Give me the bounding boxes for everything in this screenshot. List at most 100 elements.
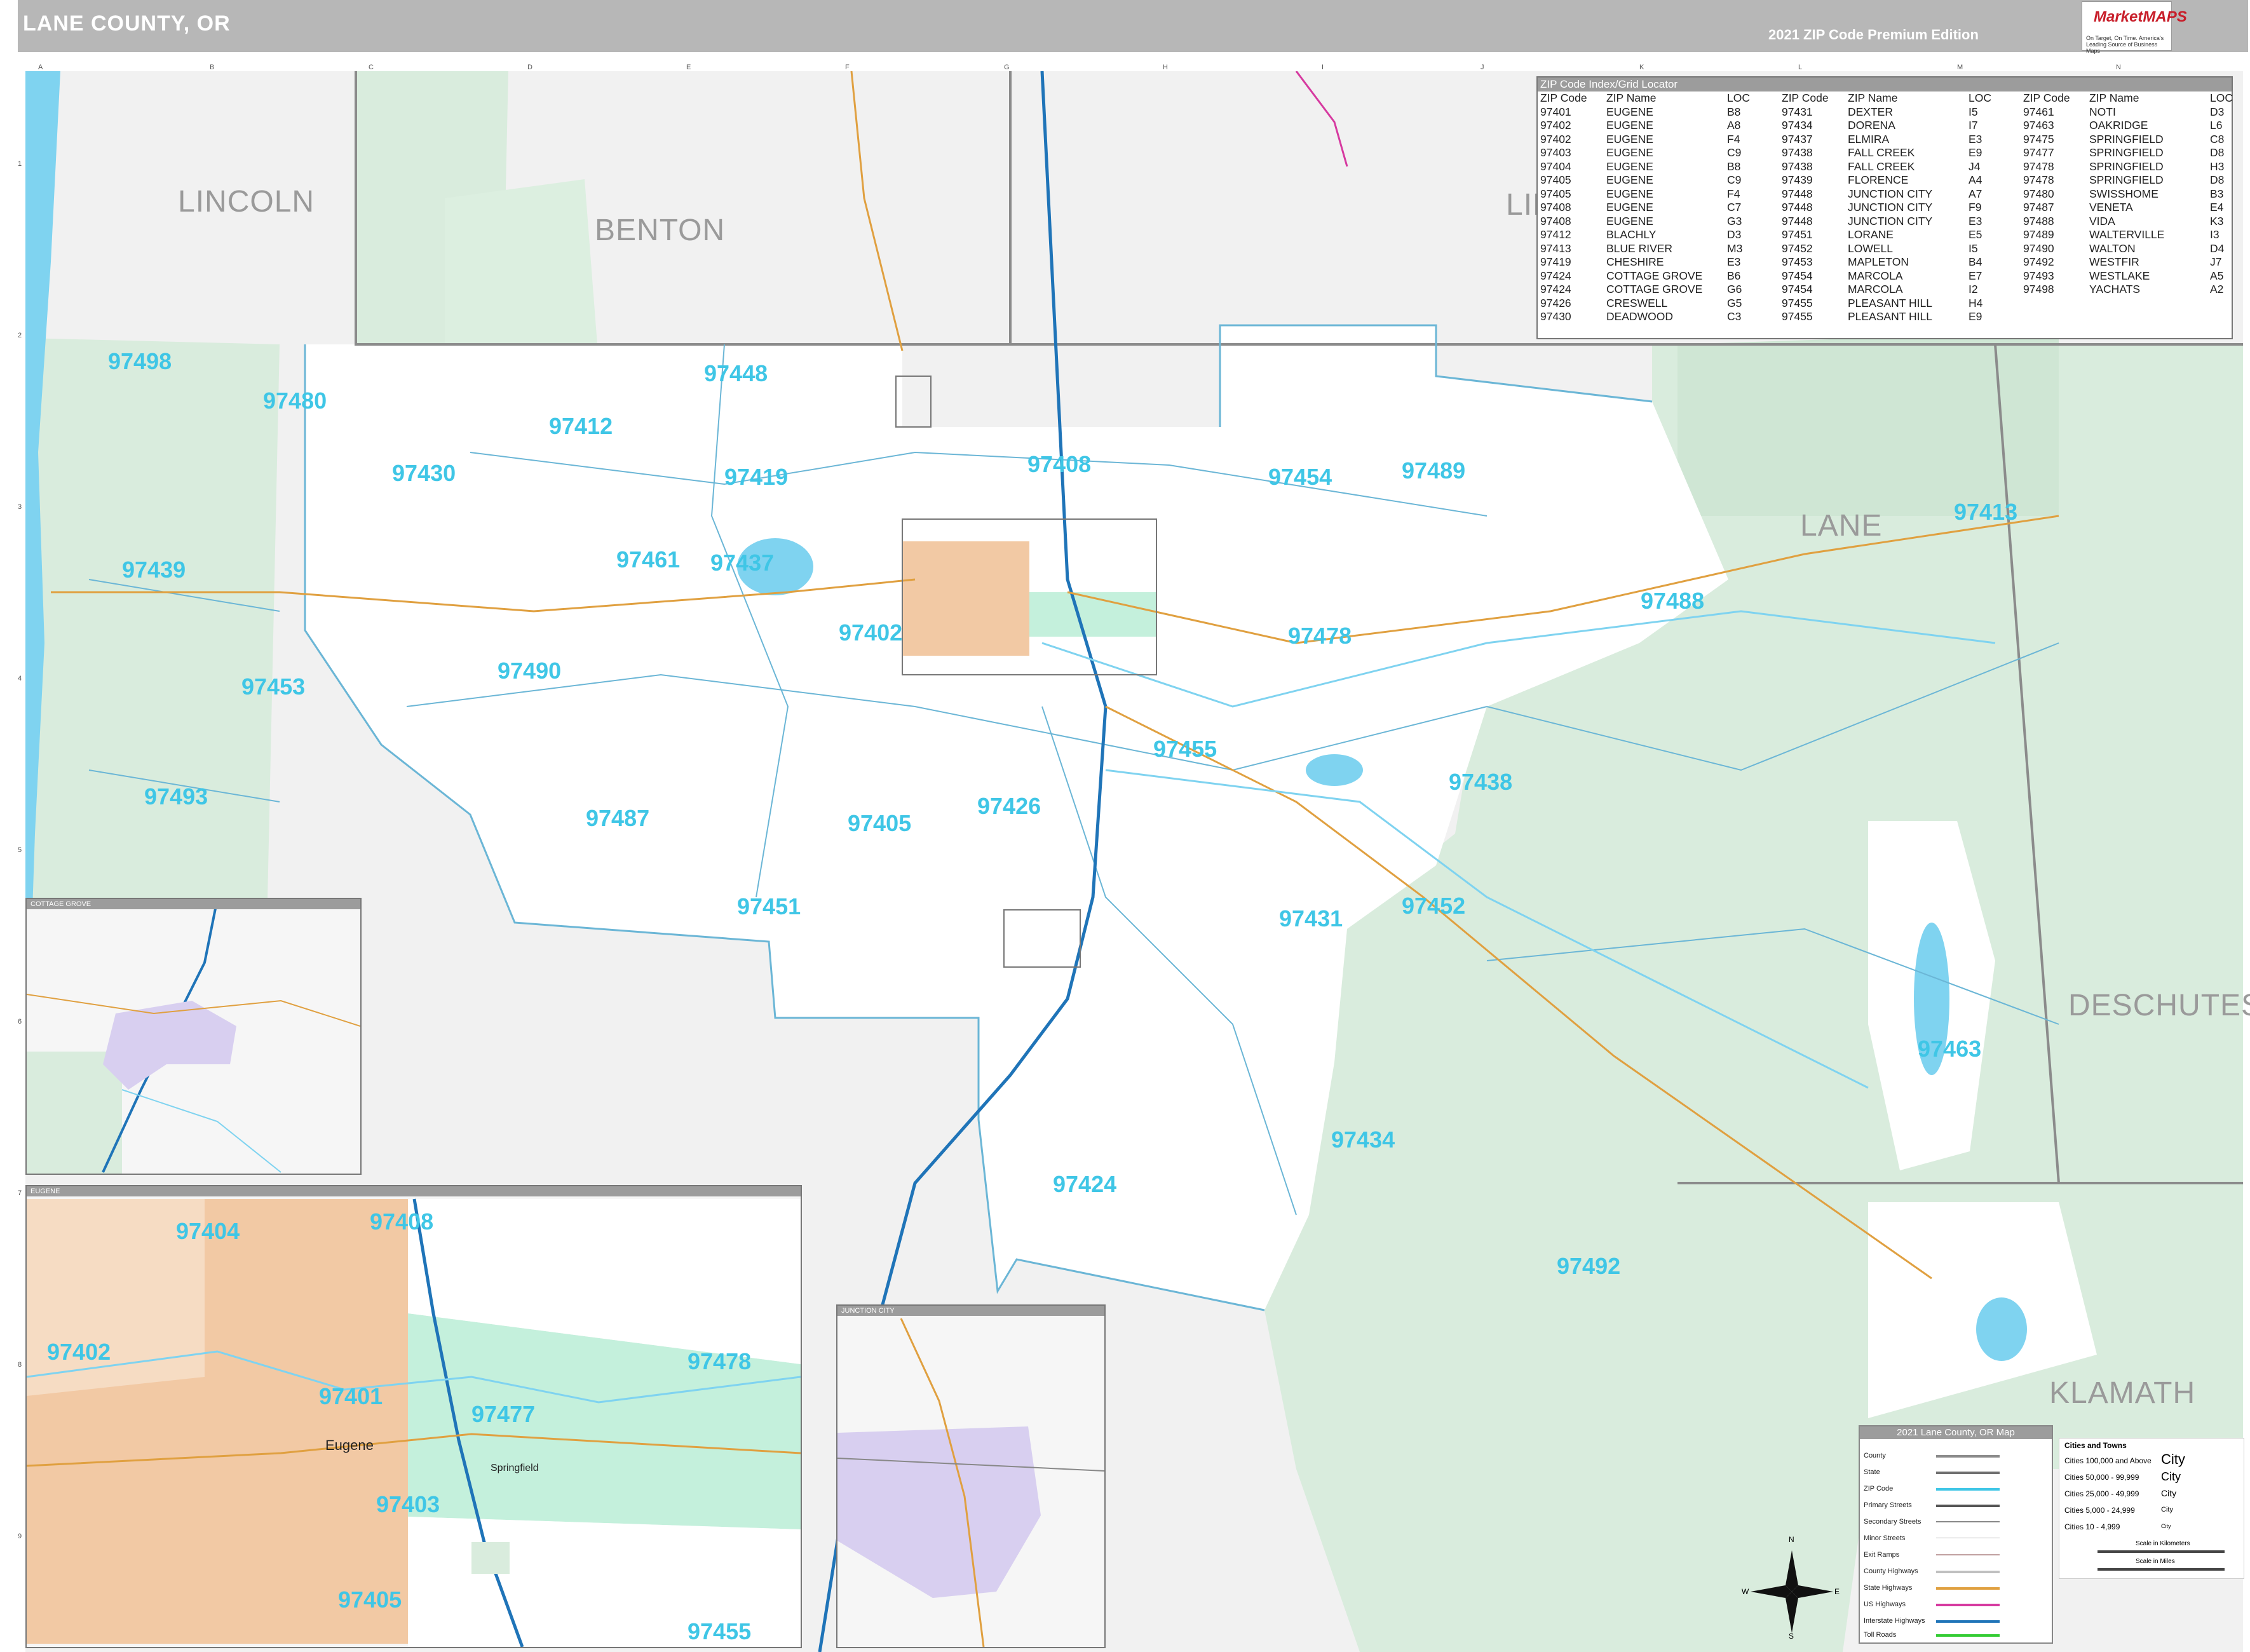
index-zip: 97488 [2023,214,2054,227]
cottage-grove-inset[interactable]: COTTAGE GROVE [25,898,362,1175]
index-zip: 97455 [1782,296,1813,309]
cities-title: Cities and Towns [2064,1441,2127,1450]
header-loc: LOC [1727,91,1750,104]
grid-letter: M [1957,64,1963,71]
index-loc: F9 [1969,201,1982,213]
zip-index-title: ZIP Code Index/Grid Locator [1538,78,2232,91]
index-name: BLUE RIVER [1606,241,1673,255]
legend-row: County [1864,1452,1886,1459]
zip-label: 97492 [1557,1253,1621,1279]
index-row: 97405 EUGENE F4 [1538,187,1779,201]
edition-label: 2021 ZIP Code Premium Edition [1768,27,1979,43]
index-zip: 97475 [2023,132,2054,146]
index-name: EUGENE [1606,105,1653,118]
index-loc: H4 [1969,296,1983,309]
index-name: EUGENE [1606,146,1653,159]
index-loc: G3 [1727,214,1742,227]
index-row: 97424 COTTAGE GROVE B6 [1538,269,1779,283]
zip-label: 97463 [1918,1036,1982,1062]
legend-row: Exit Ramps [1864,1551,1900,1559]
index-zip: 97405 [1540,173,1571,186]
index-row: 97452 LOWELL I5 [1779,242,2021,256]
zip-label: 97430 [392,460,456,486]
junction-city-svg [837,1318,1104,1647]
grid-numbers: 1 2 3 4 5 6 7 8 9 [17,71,25,1652]
legend-line-ramps [1936,1554,2000,1555]
header-loc: LOC [1969,91,1991,104]
map-title: LANE COUNTY, OR [23,11,231,36]
legend-line-toll [1936,1634,2000,1637]
index-row: 97408 EUGENE C7 [1538,201,1779,215]
eugene-inset[interactable]: EUGENE 97404 97408 97402 97401 97477 974… [25,1185,802,1648]
zip-label: 97455 [1153,736,1217,762]
grid-number: 9 [18,1533,22,1540]
index-row: 97490 WALTON D4 [2021,242,2250,256]
index-zip: 97490 [2023,241,2054,255]
eugene-zip-label: 97408 [370,1209,434,1235]
index-zip: 97402 [1540,132,1571,146]
index-loc: F4 [1727,132,1740,146]
inset-title: JUNCTION CITY [837,1306,1104,1316]
index-name: EUGENE [1606,201,1653,213]
index-row: 97489 WALTERVILLE I3 [2021,228,2250,242]
zip-label: 97438 [1449,769,1513,795]
contact-info [2181,5,2239,47]
index-row: 97438 FALL CREEK E9 [1779,146,2021,160]
index-row: 97408 EUGENE G3 [1538,215,1779,229]
zip-label: 97439 [122,557,186,583]
zip-label: 97488 [1641,588,1705,614]
city-symbol-xsmall: City [2161,1506,2173,1513]
index-name: WESTFIR [2089,255,2139,268]
index-column-2: ZIP Code ZIP Name LOC 97431 DEXTER I5 97434 DO… [1779,91,2021,324]
index-zip: 97478 [2023,159,2054,173]
index-loc: F4 [1727,187,1740,200]
index-zip: 97408 [1540,214,1571,227]
legend-row: State Highways [1864,1584,1913,1592]
zip-label: 97489 [1402,457,1466,484]
grid-number: 4 [18,675,22,682]
zip-label: 97480 [263,388,327,414]
city-size-row: Cities 5,000 - 24,999 [2064,1506,2135,1515]
legend-row: Toll Roads [1864,1631,1897,1639]
index-zip: 97402 [1540,119,1571,132]
index-row: 97402 EUGENE A8 [1538,119,1779,133]
zip-label: 97452 [1402,893,1466,919]
compass-w: W [1742,1587,1749,1596]
index-zip: 97412 [1540,228,1571,241]
grid-letter: E [686,64,691,71]
zip-label: 97454 [1268,464,1332,490]
index-name: JUNCTION CITY [1848,201,1933,213]
index-loc: C9 [1727,173,1742,186]
index-name: FALL CREEK [1848,159,1915,173]
city-symbol-large: City [2161,1451,2185,1467]
index-zip: 97434 [1782,119,1813,132]
index-row: 97439 FLORENCE A4 [1779,173,2021,187]
zip-index-columns: ZIP Code ZIP Name LOC 97401 EUGENE B8 97402 EU… [1538,91,2233,324]
index-loc: J7 [2210,255,2222,268]
index-loc: E3 [1969,214,1982,227]
legend-row: State [1864,1468,1880,1476]
index-header-row: ZIP Code ZIP Name LOC [2021,91,2250,105]
index-zip: 97492 [2023,255,2054,268]
junction-city-inset[interactable]: JUNCTION CITY [836,1304,1106,1648]
legend-line-state [1936,1472,2000,1474]
eugene-urban-area [902,541,1029,656]
zip-label: 97451 [737,893,801,919]
index-zip: 97438 [1782,159,1813,173]
index-row: 97480 SWISSHOME B3 [2021,187,2250,201]
index-row: 97454 MARCOLA E7 [1779,269,2021,283]
index-zip: 97431 [1782,105,1813,118]
index-loc: K3 [2210,214,2224,227]
index-row: 97487 VENETA E4 [2021,201,2250,215]
legend-line-us-hwy [1936,1604,2000,1606]
index-row: 97455 PLEASANT HILL E9 [1779,310,2021,324]
index-name: SPRINGFIELD [2089,159,2164,173]
zip-index-table: ZIP Code Index/Grid Locator ZIP Code ZIP … [1536,76,2233,339]
index-loc: A4 [1969,173,1982,186]
grid-letter: A [38,64,43,71]
zip-label: 97408 [1027,451,1092,477]
index-name: YACHATS [2089,283,2141,295]
zip-label: 97461 [616,546,681,572]
index-row: 97426 CRESWELL G5 [1538,297,1779,311]
legend-line-primary [1936,1505,2000,1507]
